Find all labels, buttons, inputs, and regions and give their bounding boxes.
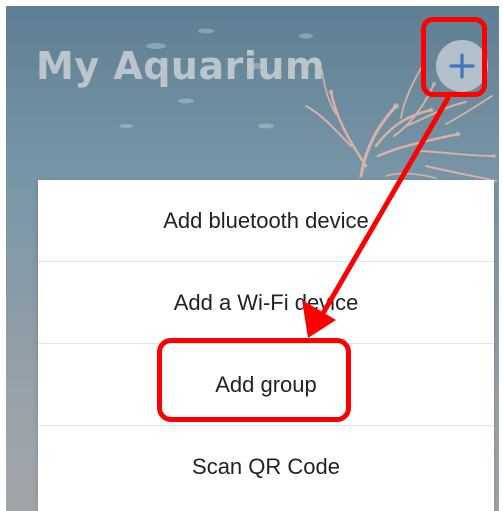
menu-item-add-bluetooth-device[interactable]: Add bluetooth device [38,180,494,262]
add-button[interactable] [436,40,488,92]
page-title: My Aquarium [36,44,326,88]
plus-icon [449,53,475,79]
menu-item-add-wifi-device[interactable]: Add a Wi-Fi device [38,262,494,344]
aquarium-screen: My Aquarium Add bluetooth device Add a W… [6,6,499,511]
menu-item-scan-qr-code[interactable]: Scan QR Code [38,426,494,508]
menu-item-add-group[interactable]: Add group [38,344,494,426]
add-menu: Add bluetooth device Add a Wi-Fi device … [38,180,494,511]
